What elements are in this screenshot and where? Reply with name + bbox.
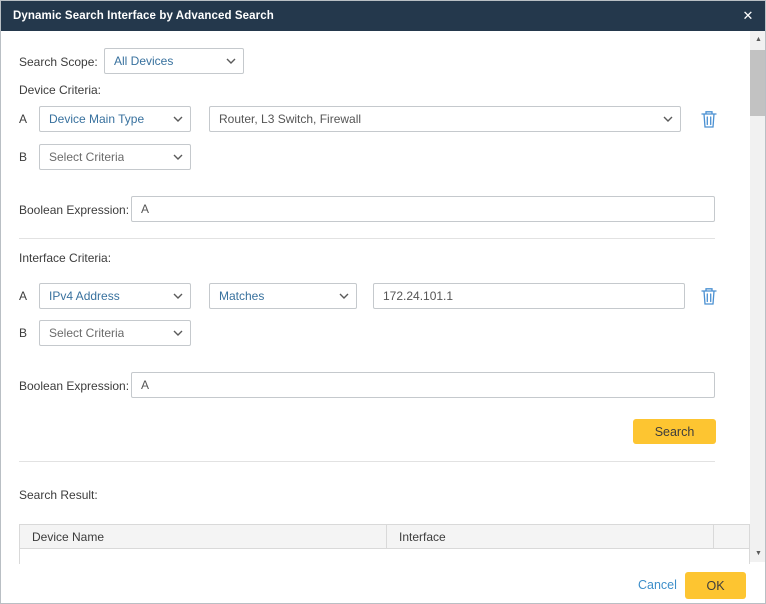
chevron-down-icon <box>173 154 183 160</box>
dialog-titlebar: Dynamic Search Interface by Advanced Sea… <box>1 1 766 31</box>
interface-criteria-label: Interface Criteria: <box>19 251 111 265</box>
device-boolean-label: Boolean Expression: <box>19 203 129 217</box>
trash-icon <box>700 286 718 306</box>
device-type-b-dropdown[interactable]: Select Criteria <box>39 144 191 170</box>
search-scope-value: All Devices <box>114 54 173 68</box>
delete-device-criteria-button[interactable] <box>698 108 720 132</box>
section-divider <box>19 238 715 239</box>
interface-type-a-dropdown[interactable]: IPv4 Address <box>39 283 191 309</box>
interface-type-b-value: Select Criteria <box>49 326 124 340</box>
device-value-a-dropdown[interactable]: Router, L3 Switch, Firewall <box>209 106 681 132</box>
scroll-up-icon[interactable]: ▲ <box>750 31 766 48</box>
device-row-a-key: A <box>19 112 27 126</box>
chevron-down-icon <box>226 58 236 64</box>
advanced-search-dialog: Dynamic Search Interface by Advanced Sea… <box>0 0 766 604</box>
interface-type-a-value: IPv4 Address <box>49 289 120 303</box>
device-type-a-value: Device Main Type <box>49 112 144 126</box>
vertical-scrollbar[interactable]: ▲ ▼ <box>750 31 766 562</box>
dialog-title: Dynamic Search Interface by Advanced Sea… <box>13 1 274 31</box>
cancel-button[interactable]: Cancel <box>638 578 677 592</box>
interface-boolean-label: Boolean Expression: <box>19 379 129 393</box>
chevron-down-icon <box>339 293 349 299</box>
column-header-device-name: Device Name <box>20 525 387 548</box>
delete-interface-criteria-button[interactable] <box>698 285 720 309</box>
ok-button[interactable]: OK <box>685 572 746 599</box>
chevron-down-icon <box>173 293 183 299</box>
close-icon[interactable]: ✕ <box>735 1 761 31</box>
section-divider <box>19 461 715 462</box>
dialog-footer: Cancel OK <box>1 564 766 604</box>
search-result-table: Device Name Interface <box>19 524 750 565</box>
search-scope-label: Search Scope: <box>19 55 98 69</box>
column-header-interface: Interface <box>387 525 714 548</box>
device-row-b-key: B <box>19 150 27 164</box>
device-value-a-text: Router, L3 Switch, Firewall <box>219 112 361 126</box>
interface-value-input[interactable] <box>373 283 685 309</box>
device-criteria-label: Device Criteria: <box>19 83 101 97</box>
table-body <box>19 549 750 565</box>
search-result-label: Search Result: <box>19 488 98 502</box>
device-type-b-value: Select Criteria <box>49 150 124 164</box>
chevron-down-icon <box>173 330 183 336</box>
trash-icon <box>700 109 718 129</box>
chevron-down-icon <box>173 116 183 122</box>
interface-row-a-key: A <box>19 289 27 303</box>
interface-operator-dropdown[interactable]: Matches <box>209 283 357 309</box>
scrollbar-thumb[interactable] <box>750 50 766 116</box>
interface-type-b-dropdown[interactable]: Select Criteria <box>39 320 191 346</box>
chevron-down-icon <box>663 116 673 122</box>
interface-operator-value: Matches <box>219 289 264 303</box>
scroll-down-icon[interactable]: ▼ <box>750 545 766 562</box>
interface-row-b-key: B <box>19 326 27 340</box>
search-button[interactable]: Search <box>633 419 716 444</box>
interface-boolean-input[interactable] <box>131 372 715 398</box>
device-type-a-dropdown[interactable]: Device Main Type <box>39 106 191 132</box>
device-boolean-input[interactable] <box>131 196 715 222</box>
column-header-spacer <box>714 525 749 548</box>
table-header-row: Device Name Interface <box>19 524 750 549</box>
search-scope-dropdown[interactable]: All Devices <box>104 48 244 74</box>
